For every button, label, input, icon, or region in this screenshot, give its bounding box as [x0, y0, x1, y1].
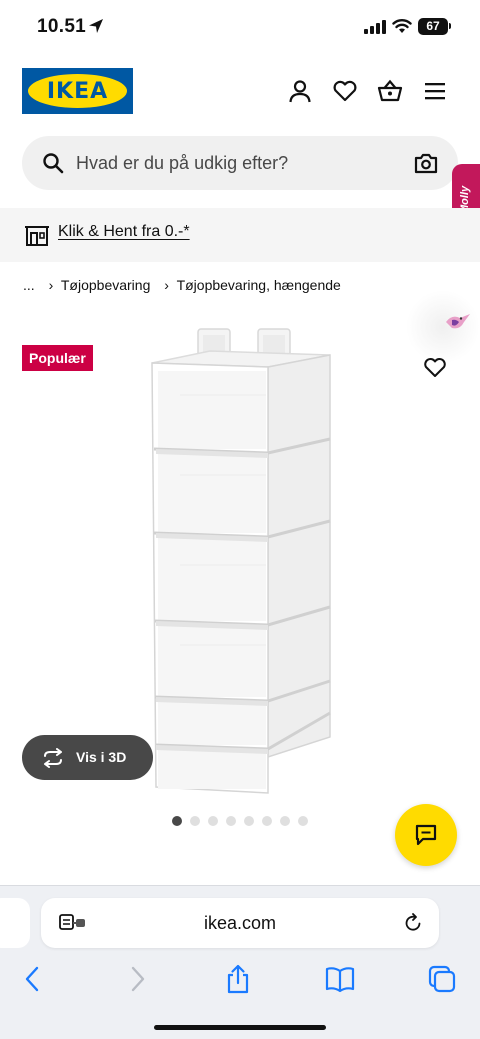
share-icon[interactable] — [223, 964, 253, 994]
home-indicator — [154, 1025, 326, 1030]
chevron-right-icon: › — [48, 277, 54, 293]
product-image-hanging-organizer[interactable] — [140, 325, 340, 800]
back-arrow-icon[interactable] — [18, 964, 48, 994]
click-collect-banner: Klik & Hent fra 0.-* — [0, 208, 480, 262]
carousel-dot[interactable] — [280, 816, 290, 826]
chat-button[interactable] — [395, 804, 457, 866]
search-icon — [43, 153, 64, 174]
bookmarks-book-icon[interactable] — [325, 964, 355, 994]
logo-text: IKEA — [46, 78, 109, 104]
user-icon[interactable] — [287, 78, 313, 104]
chevron-right-icon: › — [164, 277, 169, 293]
address-bar[interactable]: ikea.com — [41, 898, 439, 948]
image-carousel-dots[interactable] — [172, 816, 308, 826]
breadcrumb-item-clothes-storage[interactable]: Tøjopbevaring — [61, 277, 151, 293]
chat-bubble-icon — [415, 824, 437, 846]
carousel-dot[interactable] — [208, 816, 218, 826]
carousel-dot[interactable] — [226, 816, 236, 826]
battery-level: 67 — [426, 19, 440, 33]
carousel-dot[interactable] — [298, 816, 308, 826]
breadcrumb-item-hanging-storage[interactable]: Tøjopbevaring, hængende — [177, 277, 341, 293]
popular-badge: Populær — [22, 345, 93, 371]
battery-cap — [449, 23, 451, 29]
camera-icon[interactable] — [414, 152, 438, 174]
ikea-logo[interactable]: IKEA — [22, 68, 133, 114]
reload-icon[interactable] — [403, 913, 423, 933]
url-text: ikea.com — [203, 913, 277, 933]
carousel-dot[interactable] — [244, 816, 254, 826]
rotate-3d-icon — [44, 748, 62, 768]
breadcrumb-ellipsis[interactable]: ... — [23, 277, 35, 293]
wifi-icon — [392, 19, 412, 33]
view-in-3d-button[interactable]: Vis i 3D — [22, 735, 153, 780]
view-in-3d-label: Vis i 3D — [76, 749, 127, 765]
basket-icon[interactable] — [377, 78, 403, 104]
browser-nav-row — [0, 964, 480, 994]
store-pickup-icon — [25, 226, 49, 246]
cellular-signal-icon — [364, 20, 386, 34]
carousel-dot[interactable] — [262, 816, 272, 826]
carousel-dot[interactable] — [190, 816, 200, 826]
heart-icon[interactable] — [332, 78, 358, 104]
search-bar[interactable] — [22, 136, 458, 190]
add-to-favorites-heart-icon[interactable] — [423, 356, 447, 378]
battery-indicator: 67 — [418, 18, 448, 35]
carousel-dot[interactable] — [172, 816, 182, 826]
forward-arrow-icon[interactable] — [122, 964, 152, 994]
status-time: 10.51 — [37, 16, 87, 37]
click-collect-link[interactable]: Klik & Hent fra 0.-* — [58, 223, 190, 241]
tabs-overview-icon[interactable] — [427, 964, 457, 994]
location-arrow-icon — [89, 19, 103, 33]
previous-tab-preview[interactable] — [0, 898, 30, 948]
logo-oval: IKEA — [28, 74, 127, 108]
search-input[interactable] — [76, 136, 396, 190]
status-bar: 10.51 67 — [0, 0, 480, 56]
molly-bird-icon[interactable] — [442, 310, 472, 334]
browser-toolbar: ikea.com — [0, 885, 480, 1039]
hamburger-menu-icon[interactable] — [422, 78, 448, 104]
breadcrumb: ... › Tøjopbevaring › Tøjopbevaring, hæn… — [23, 277, 345, 293]
